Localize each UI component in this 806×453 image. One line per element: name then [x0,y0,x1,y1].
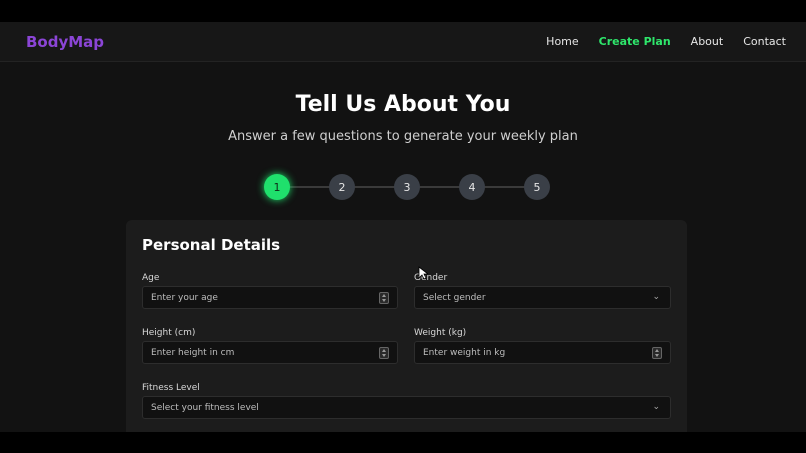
top-navbar: BodyMap Home Create Plan About Contact [0,22,806,62]
number-spinner-icon[interactable] [379,292,389,304]
personal-details-card: Personal Details Age Enter your age Gend… [126,220,687,432]
age-placeholder: Enter your age [151,292,218,303]
fitness-level-label: Fitness Level [142,383,200,393]
browser-viewport: BodyMap Home Create Plan About Contact T… [0,22,806,432]
brand-logo[interactable]: BodyMap [26,33,104,51]
number-spinner-icon[interactable] [379,347,389,359]
page-title: Tell Us About You [295,92,511,117]
step-1[interactable]: 1 [264,174,290,200]
age-label: Age [142,273,160,283]
gender-select[interactable]: Select gender ⌄ [414,286,671,309]
mouse-cursor-icon [418,266,428,280]
nav-link-about[interactable]: About [691,35,724,48]
height-placeholder: Enter height in cm [151,347,235,358]
step-5[interactable]: 5 [524,174,550,200]
nav-link-contact[interactable]: Contact [743,35,786,48]
nav-link-home[interactable]: Home [546,35,578,48]
weight-input[interactable]: Enter weight in kg [414,341,671,364]
weight-label: Weight (kg) [414,328,467,338]
nav-link-create-plan[interactable]: Create Plan [599,35,671,48]
age-input[interactable]: Enter your age [142,286,398,309]
step-4[interactable]: 4 [459,174,485,200]
section-title: Personal Details [142,236,281,254]
page-subtitle: Answer a few questions to generate your … [228,129,578,144]
fitness-level-select[interactable]: Select your fitness level ⌄ [142,396,671,419]
height-label: Height (cm) [142,328,196,338]
chevron-down-icon: ⌄ [652,402,660,412]
fitness-level-placeholder: Select your fitness level [151,402,259,413]
height-input[interactable]: Enter height in cm [142,341,398,364]
step-2[interactable]: 2 [329,174,355,200]
gender-placeholder: Select gender [423,292,486,303]
weight-placeholder: Enter weight in kg [423,347,506,358]
number-spinner-icon[interactable] [652,347,662,359]
nav-links: Home Create Plan About Contact [546,35,786,48]
chevron-down-icon: ⌄ [652,292,660,302]
step-3[interactable]: 3 [394,174,420,200]
progress-stepper: 1 2 3 4 5 [264,174,550,200]
